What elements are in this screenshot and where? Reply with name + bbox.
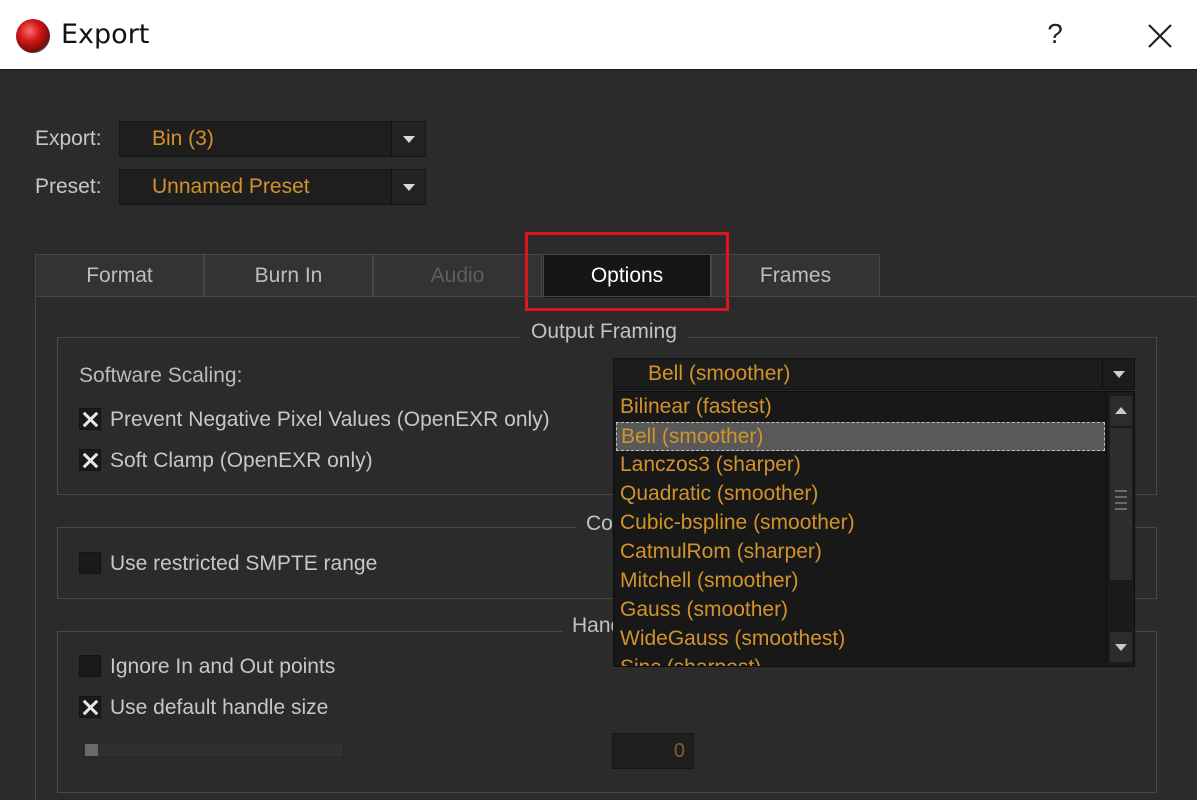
- export-label: Export:: [35, 127, 102, 150]
- grip-line: [1115, 508, 1127, 510]
- scaling-option[interactable]: Lanczos3 (sharper): [614, 451, 1106, 480]
- close-button[interactable]: [1142, 20, 1178, 54]
- scaling-option[interactable]: Quadratic (smoother): [614, 480, 1106, 509]
- scaling-option[interactable]: CatmulRom (sharper): [614, 538, 1106, 567]
- soft-clamp-checkbox[interactable]: [79, 449, 101, 471]
- scroll-up-icon[interactable]: [1110, 396, 1132, 426]
- dropdown-scrollbar[interactable]: [1106, 392, 1134, 666]
- chevron-down-icon[interactable]: [391, 122, 425, 156]
- help-button[interactable]: ?: [1040, 18, 1070, 54]
- chevron-down-icon[interactable]: [391, 170, 425, 204]
- tab-format[interactable]: Format: [35, 254, 204, 297]
- grip-line: [1115, 490, 1127, 492]
- software-scaling-selected: Bell (smoother): [648, 362, 791, 385]
- ignore-in-out-label: Ignore In and Out points: [110, 655, 336, 678]
- scroll-down-icon[interactable]: [1110, 632, 1132, 662]
- software-scaling-options-list: Bilinear (fastest) Bell (smoother) Lancz…: [613, 391, 1135, 667]
- default-handle-checkbox[interactable]: [79, 696, 101, 718]
- scaling-option[interactable]: Gauss (smoother): [614, 596, 1106, 625]
- export-dialog-body: Export: Bin (3) Preset: Unnamed Preset F…: [0, 71, 1197, 800]
- scaling-option-highlighted[interactable]: Bell (smoother): [616, 422, 1105, 451]
- scaling-option[interactable]: Bilinear (fastest): [614, 393, 1106, 422]
- prevent-negative-label: Prevent Negative Pixel Values (OpenEXR o…: [110, 408, 550, 431]
- software-scaling-dropdown[interactable]: Bell (smoother): [613, 358, 1135, 390]
- scaling-option[interactable]: Sinc (sharpest): [614, 654, 1106, 666]
- tab-options[interactable]: Options: [543, 254, 711, 298]
- scaling-option[interactable]: WideGauss (smoothest): [614, 625, 1106, 654]
- scaling-option[interactable]: Mitchell (smoother): [614, 567, 1106, 596]
- preset-label: Preset:: [35, 175, 102, 198]
- grip-line: [1115, 496, 1127, 498]
- grip-line: [1115, 502, 1127, 504]
- chevron-down-icon[interactable]: [1102, 359, 1134, 389]
- window-title: Export: [61, 19, 150, 50]
- tab-burn-in[interactable]: Burn In: [204, 254, 373, 297]
- tab-audio[interactable]: Audio: [373, 254, 542, 297]
- smpte-checkbox[interactable]: [79, 552, 101, 574]
- output-framing-title: Output Framing: [521, 320, 687, 344]
- preset-value: Unnamed Preset: [152, 175, 310, 198]
- title-bar: Export ?: [0, 0, 1197, 70]
- handle-size-field[interactable]: 0: [612, 733, 694, 769]
- preset-combo[interactable]: Unnamed Preset: [119, 169, 426, 205]
- default-handle-label: Use default handle size: [110, 696, 329, 719]
- scrollbar-thumb[interactable]: [1110, 428, 1132, 580]
- handle-size-slider[interactable]: [83, 742, 344, 758]
- smpte-label: Use restricted SMPTE range: [110, 552, 378, 575]
- scaling-option[interactable]: Cubic-bspline (smoother): [614, 509, 1106, 538]
- slider-handle[interactable]: [85, 744, 98, 756]
- export-combo[interactable]: Bin (3): [119, 121, 426, 157]
- close-icon: [1148, 24, 1172, 48]
- prevent-negative-checkbox[interactable]: [79, 408, 101, 430]
- ignore-in-out-checkbox[interactable]: [79, 655, 101, 677]
- software-scaling-label: Software Scaling:: [79, 364, 243, 387]
- red-orb-app-icon: [16, 19, 50, 53]
- tab-frames[interactable]: Frames: [711, 254, 880, 297]
- soft-clamp-label: Soft Clamp (OpenEXR only): [110, 449, 373, 472]
- export-value: Bin (3): [152, 127, 214, 150]
